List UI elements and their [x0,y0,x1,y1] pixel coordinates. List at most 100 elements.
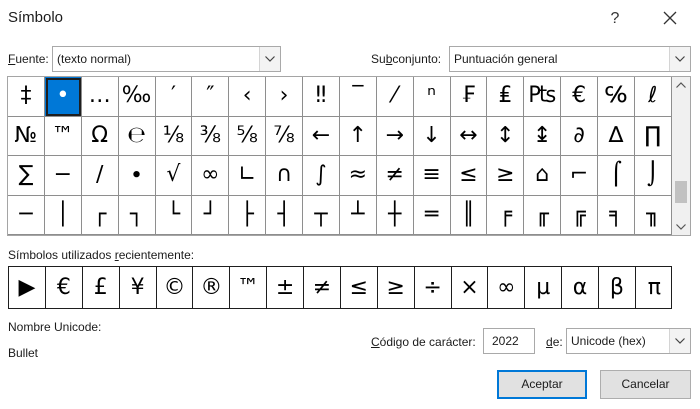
symbol-cell[interactable]: ═ [413,195,451,235]
recent-symbols[interactable]: ▶ € £ ¥ © ® ™ ± ≠ ≤ ≥ ÷ × ∞ µ α β π [8,266,672,309]
symbol-cell[interactable]: √ [155,156,193,196]
font-select[interactable]: (texto normal) [52,46,281,72]
symbol-cell[interactable]: ₧ [524,77,562,117]
symbol-cell[interactable]: › [266,77,303,117]
symbol-cell[interactable]: ╒ [487,195,525,235]
recent-symbol-cell[interactable]: × [452,267,489,308]
symbol-cell[interactable]: ⌡ [634,156,672,196]
symbol-cell[interactable]: ┤ [266,195,303,235]
font-dropdown-button[interactable] [259,47,280,71]
symbol-cell[interactable]: │ [44,195,82,235]
symbol-cell[interactable]: ∕ [81,156,119,196]
recent-symbol-cell[interactable]: α [562,267,599,308]
recent-symbol-cell[interactable]: ¥ [120,267,157,308]
cancel-button[interactable]: Cancelar [600,370,691,399]
recent-symbol-cell[interactable]: ® [193,267,231,308]
symbol-cell[interactable]: ∏ [634,116,672,156]
symbol-cell[interactable]: … [81,77,119,117]
symbol-cell[interactable]: ⅛ [155,116,193,156]
recent-symbol-cell[interactable]: ≠ [304,267,341,308]
recent-symbol-cell[interactable]: π [636,267,673,308]
subset-select[interactable]: Puntuación general [449,46,691,72]
symbol-cell[interactable]: ⌂ [524,156,562,196]
vertical-scrollbar[interactable] [672,77,690,235]
symbol-cell[interactable]: ∂ [561,116,598,156]
symbol-cell[interactable]: ≠ [376,156,414,196]
scroll-up-icon[interactable] [676,82,686,88]
symbol-cell[interactable]: € [561,77,598,117]
symbol-cell[interactable]: ↓ [413,116,451,156]
symbol-cell[interactable]: ‰ [118,77,156,117]
symbol-cell[interactable]: ‡ [8,77,45,117]
recent-symbol-cell[interactable]: ÷ [415,267,452,308]
encoding-select[interactable]: Unicode (hex) [566,328,691,354]
symbol-cell[interactable]: ⁄ [376,77,414,117]
symbol-cell[interactable]: ─ [8,195,45,235]
symbol-cell[interactable]: № [8,116,45,156]
symbol-cell[interactable]: ℅ [598,77,635,117]
symbol-cell[interactable]: ╕ [598,195,635,235]
symbol-cell[interactable]: → [376,116,414,156]
symbol-cell[interactable]: └ [155,195,193,235]
symbol-cell[interactable]: ╔ [561,195,598,235]
symbol-cell[interactable]: ‾ [339,77,377,117]
symbol-cell[interactable]: ↨ [524,116,562,156]
symbol-cell[interactable]: Ω [81,116,119,156]
symbol-cell[interactable]: ℓ [634,77,672,117]
symbol-cell[interactable]: ™ [44,116,82,156]
recent-symbol-cell[interactable]: © [157,267,194,308]
symbol-cell[interactable]: ┼ [376,195,414,235]
symbol-cell[interactable]: ′ [155,77,193,117]
help-button[interactable]: ? [602,6,628,32]
symbol-cell[interactable]: ≥ [487,156,525,196]
symbol-cell[interactable]: ‼ [303,77,340,117]
symbol-cell[interactable]: ∩ [266,156,303,196]
recent-symbol-cell[interactable]: β [599,267,636,308]
symbol-cell[interactable]: ∑ [8,156,45,196]
symbol-cell[interactable]: − [44,156,82,196]
symbol-cell[interactable]: ≤ [450,156,488,196]
recent-symbol-cell[interactable]: ▶ [9,267,46,308]
symbol-cell[interactable]: ┐ [118,195,156,235]
symbol-cell[interactable]: ‹ [229,77,267,117]
symbol-cell[interactable]: ┬ [303,195,340,235]
symbol-cell[interactable]: ₣ [450,77,488,117]
ok-button[interactable]: Aceptar [497,370,587,399]
symbol-cell[interactable]: ₤ [487,77,525,117]
symbol-cell[interactable]: ↔ [450,116,488,156]
symbol-cell[interactable]: ║ [450,195,488,235]
recent-symbol-cell[interactable]: ≥ [378,267,415,308]
scroll-down-icon[interactable] [676,224,686,230]
symbol-cell[interactable]: ≡ [413,156,451,196]
symbol-cell[interactable]: ┘ [192,195,230,235]
symbol-cell[interactable]: ↕ [487,116,525,156]
symbol-grid[interactable]: ‡ •… ‰ ′ ″ ‹ › ‼ ‾ ⁄ ⁿ ₣ ₤ ₧ € ℅ ℓ № ™ Ω ℮ ⅛ ⅜ ⅝ ⅞ ← ↑ → ↓ ↔ ↕ ↨ ∂ ∆ ∏ ∑ − ∕ ∙… [8,77,672,235]
symbol-cell[interactable]: ⌠ [598,156,635,196]
symbol-cell-selected[interactable]: • [44,77,82,117]
symbol-cell[interactable]: ↑ [339,116,377,156]
symbol-cell[interactable]: ┌ [81,195,119,235]
symbol-cell[interactable]: ⅝ [229,116,267,156]
subset-dropdown-button[interactable] [669,47,690,71]
symbol-cell[interactable]: ∆ [598,116,635,156]
recent-symbol-cell[interactable]: € [46,267,83,308]
symbol-cell[interactable]: ℮ [118,116,156,156]
encoding-dropdown-button[interactable] [669,329,690,353]
symbol-cell[interactable]: ╖ [634,195,672,235]
symbol-cell[interactable]: ∙ [118,156,156,196]
scrollbar-thumb[interactable] [675,181,687,203]
recent-symbol-cell[interactable]: ∞ [488,267,526,308]
char-code-input[interactable]: 2022 [483,328,535,354]
recent-symbol-cell[interactable]: £ [83,267,120,308]
symbol-cell[interactable]: ⌐ [561,156,598,196]
symbol-cell[interactable]: ├ [229,195,267,235]
symbol-cell[interactable]: ∟ [229,156,267,196]
symbol-cell[interactable]: ″ [192,77,230,117]
recent-symbol-cell[interactable]: ≤ [341,267,378,308]
symbol-cell[interactable]: ∞ [192,156,230,196]
symbol-cell[interactable]: ← [303,116,340,156]
symbol-cell[interactable]: ⁿ [413,77,451,117]
recent-symbol-cell[interactable]: ± [267,267,304,308]
symbol-cell[interactable]: ┴ [339,195,377,235]
recent-symbol-cell[interactable]: ™ [230,267,268,308]
